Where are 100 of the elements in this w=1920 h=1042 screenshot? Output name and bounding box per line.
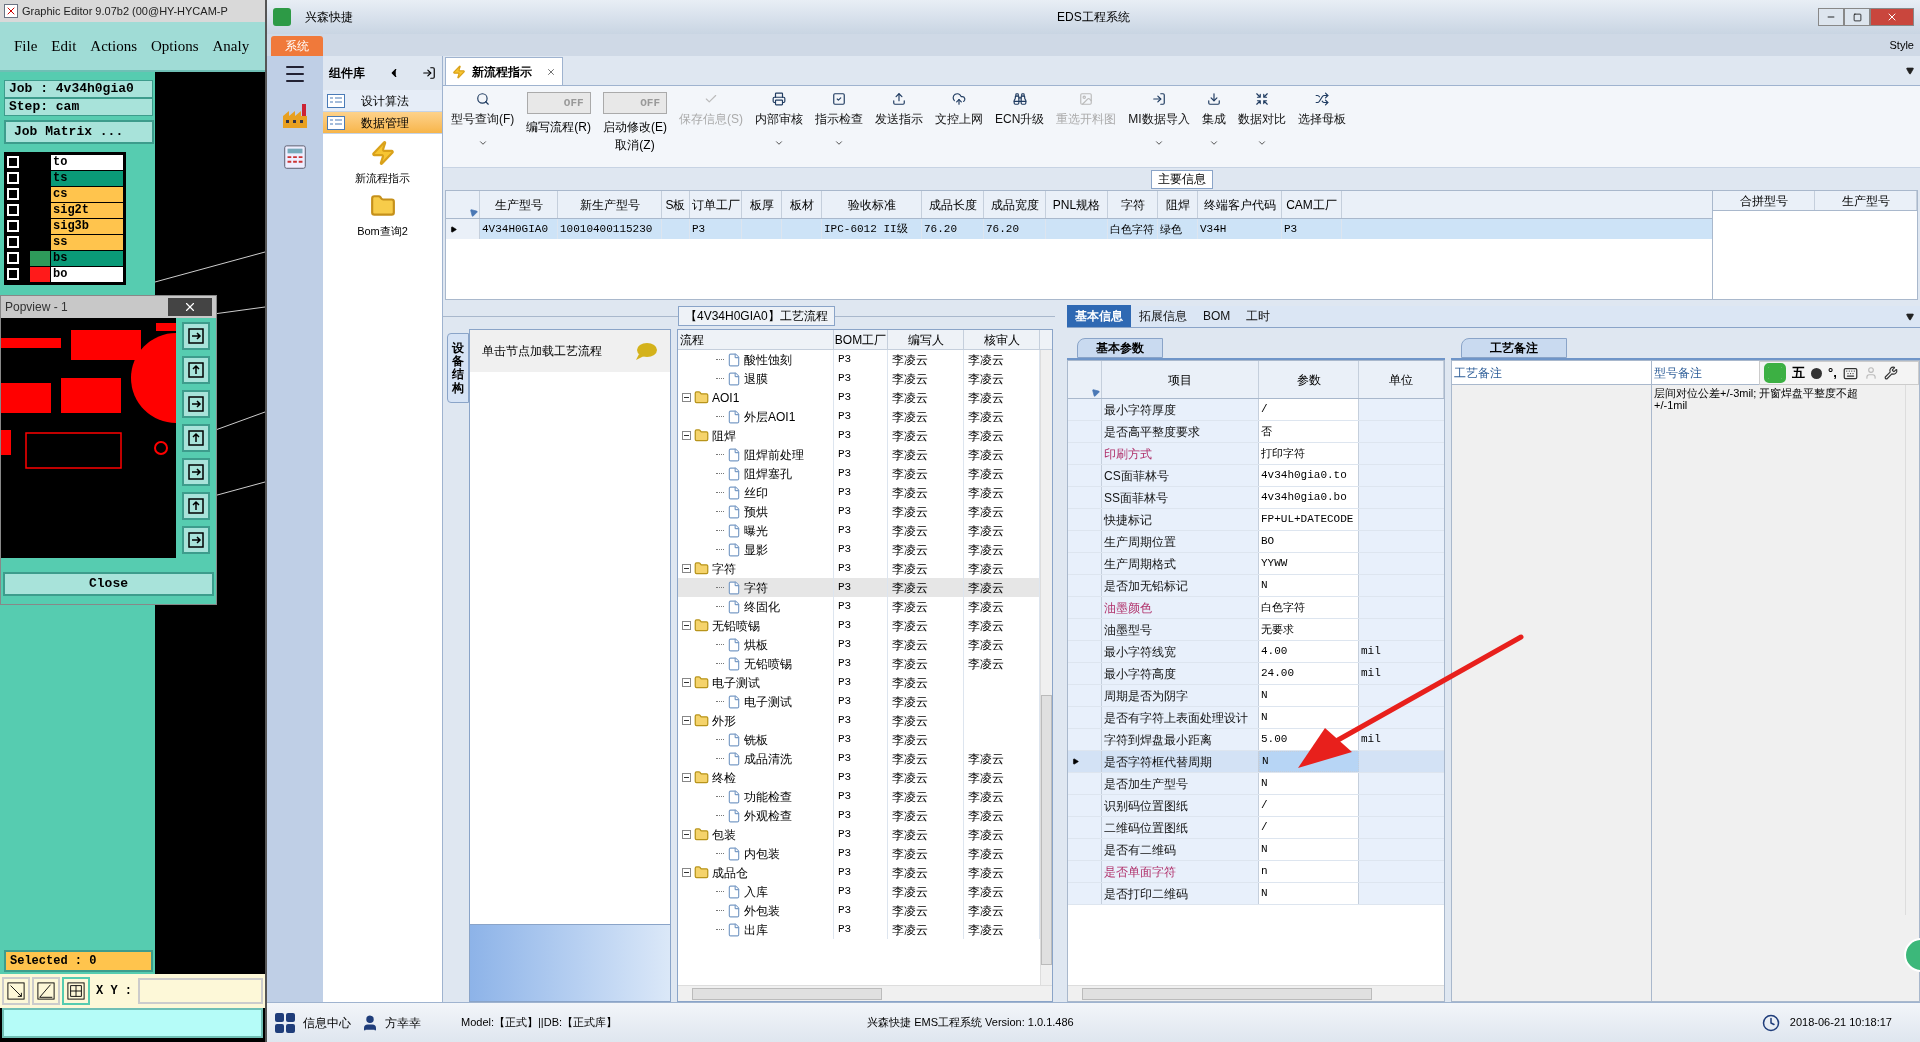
param-row[interactable]: 是否打印二维码 N — [1068, 883, 1444, 905]
param-row[interactable]: 是否单面字符 n — [1068, 861, 1444, 883]
tree-row[interactable]: 外观检查 P3 李凌云 李凌云 — [678, 806, 1040, 825]
param-row[interactable]: 最小字符线宽 4.00 mil — [1068, 641, 1444, 663]
layer-checkbox[interactable] — [7, 252, 19, 264]
document-tab[interactable]: 新流程指示 — [445, 57, 563, 85]
expand-toggle-icon[interactable] — [682, 431, 691, 440]
panel-tab[interactable]: 工艺备注 — [1461, 338, 1567, 358]
tree-row[interactable]: 成品清洗 P3 李凌云 李凌云 — [678, 749, 1040, 768]
tree-row[interactable]: 阻焊前处理 P3 李凌云 李凌云 — [678, 445, 1040, 464]
tree-row[interactable]: 曝光 P3 李凌云 李凌云 — [678, 521, 1040, 540]
tree-row[interactable]: 外包装 P3 李凌云 李凌云 — [678, 901, 1040, 920]
tree-row[interactable]: AOI1 P3 李凌云 李凌云 — [678, 388, 1040, 407]
layer-checkbox[interactable] — [7, 172, 19, 184]
toolbar-button[interactable]: ECN升级 — [995, 92, 1045, 128]
expand-toggle-icon[interactable] — [682, 393, 691, 402]
tree-row[interactable]: 退膜 P3 李凌云 李凌云 — [678, 369, 1040, 388]
view-tool-button[interactable] — [182, 492, 210, 520]
view-tool-button[interactable] — [182, 390, 210, 418]
calculator-icon[interactable] — [281, 144, 309, 172]
close-button[interactable] — [168, 298, 212, 316]
layer-name[interactable]: ss — [51, 235, 123, 250]
param-row[interactable]: 最小字符厚度 / — [1068, 399, 1444, 421]
column-header[interactable]: 订单工厂 — [690, 191, 742, 218]
job-matrix-button[interactable]: Job Matrix ... — [4, 120, 154, 144]
tree-row[interactable]: 预烘 P3 李凌云 李凌云 — [678, 502, 1040, 521]
toolbar-button[interactable]: 选择母板 — [1297, 92, 1346, 128]
expand-toggle-icon[interactable] — [682, 773, 691, 782]
menu-item[interactable]: Edit — [51, 34, 77, 58]
menu-item[interactable]: File — [14, 34, 38, 58]
detail-tab[interactable]: 拓展信息 — [1131, 305, 1195, 327]
param-row[interactable]: 是否高平整度要求 否 — [1068, 421, 1444, 443]
tree-row[interactable]: 终固化 P3 李凌云 李凌云 — [678, 597, 1040, 616]
dropdown-caret-icon[interactable] — [1906, 67, 1914, 75]
tree-row[interactable]: 显影 P3 李凌云 李凌云 — [678, 540, 1040, 559]
tree-row[interactable]: 丝印 P3 李凌云 李凌云 — [678, 483, 1040, 502]
input-method-logo-icon[interactable] — [1764, 363, 1786, 383]
layer-checkbox[interactable] — [7, 268, 19, 280]
group-item[interactable]: 设计算法 — [323, 90, 442, 112]
tool-button[interactable] — [2, 977, 30, 1005]
menu-item[interactable]: Actions — [90, 34, 137, 58]
detail-tab[interactable]: BOM — [1195, 305, 1239, 327]
view-tool-button[interactable] — [182, 458, 210, 486]
info-center-link[interactable]: 信息中心 — [303, 1013, 351, 1032]
tree-row[interactable]: 酸性蚀刻 P3 李凌云 李凌云 — [678, 350, 1040, 369]
column-header[interactable]: 参数 — [1259, 361, 1359, 398]
tree-row[interactable]: 成品仓 P3 李凌云 李凌云 — [678, 863, 1040, 882]
horizontal-scrollbar[interactable] — [678, 985, 1052, 1001]
toolbar-button[interactable]: 集成 — [1201, 92, 1226, 128]
column-header[interactable]: 阻焊 — [1158, 191, 1198, 218]
column-header[interactable]: 板厚 — [742, 191, 782, 218]
tree-row[interactable]: 出库 P3 李凌云 李凌云 — [678, 920, 1040, 939]
layer-name[interactable]: sig2t — [51, 203, 123, 218]
tool-button[interactable] — [62, 977, 90, 1005]
layer-name[interactable]: ts — [51, 171, 123, 186]
layer-checkbox[interactable] — [7, 156, 19, 168]
column-header[interactable]: 生产型号 — [1815, 191, 1917, 210]
param-row[interactable]: 字符到焊盘最小距离 5.00 mil — [1068, 729, 1444, 751]
param-row[interactable]: 快捷标记 FP+UL+DATECODE — [1068, 509, 1444, 531]
column-header[interactable]: 成品长度 — [922, 191, 984, 218]
param-row[interactable]: 是否有二维码 N — [1068, 839, 1444, 861]
layer-name[interactable]: bo — [51, 267, 123, 282]
column-header[interactable]: 合拼型号 — [1713, 191, 1815, 210]
style-menu[interactable]: Style — [1889, 36, 1914, 53]
detail-tab[interactable]: 工时 — [1238, 305, 1279, 327]
tree-row[interactable]: 阻焊塞孔 P3 李凌云 李凌云 — [678, 464, 1040, 483]
param-row[interactable]: 是否字符框代替周期 N — [1068, 751, 1444, 773]
param-row[interactable]: 二维码位置图纸 / — [1068, 817, 1444, 839]
group-item[interactable]: 数据管理 — [323, 112, 442, 134]
column-header[interactable]: 新生产型号 — [558, 191, 662, 218]
xy-input-field[interactable] — [138, 978, 263, 1004]
expand-toggle-icon[interactable] — [682, 716, 691, 725]
layer-name[interactable]: to — [51, 155, 123, 170]
tree-row[interactable]: 无铅喷锡 P3 李凌云 李凌云 — [678, 616, 1040, 635]
vertical-scrollbar[interactable] — [1040, 350, 1052, 985]
menu-item[interactable]: Options — [151, 34, 199, 58]
toolbar-button[interactable]: 型号查询(F) — [451, 92, 515, 128]
detail-tab[interactable]: 基本信息 — [1067, 305, 1131, 327]
tree-row[interactable]: 字符 P3 李凌云 李凌云 — [678, 578, 1040, 597]
menu-item[interactable]: Analy — [212, 34, 250, 58]
expand-toggle-icon[interactable] — [682, 621, 691, 630]
toolbar-button[interactable]: MI数据导入 — [1128, 92, 1190, 128]
column-header[interactable]: 单位 — [1359, 361, 1444, 398]
view-tool-button[interactable] — [182, 424, 210, 452]
expand-toggle-icon[interactable] — [682, 868, 691, 877]
tree-row[interactable]: 功能检查 P3 李凌云 李凌云 — [678, 787, 1040, 806]
tree-row[interactable]: 无铅喷锡 P3 李凌云 李凌云 — [678, 654, 1040, 673]
tree-row[interactable]: 阻焊 P3 李凌云 李凌云 — [678, 426, 1040, 445]
corner-triangle-icon[interactable] — [467, 206, 479, 218]
toolbar-button[interactable]: 指示检查 — [815, 92, 863, 128]
dropdown-caret-icon[interactable] — [1906, 313, 1914, 321]
column-header[interactable]: 生产型号 — [480, 191, 558, 218]
expand-toggle-icon[interactable] — [682, 564, 691, 573]
side-tab[interactable]: 设备结构 — [447, 333, 469, 403]
horizontal-scrollbar[interactable] — [1068, 985, 1444, 1001]
tree-row[interactable]: 包装 P3 李凌云 李凌云 — [678, 825, 1040, 844]
column-header[interactable]: 成品宽度 — [984, 191, 1046, 218]
tree-row[interactable]: 电子测试 P3 李凌云 — [678, 692, 1040, 711]
column-header[interactable]: 板材 — [782, 191, 822, 218]
column-header[interactable]: 编写人 — [888, 330, 964, 349]
